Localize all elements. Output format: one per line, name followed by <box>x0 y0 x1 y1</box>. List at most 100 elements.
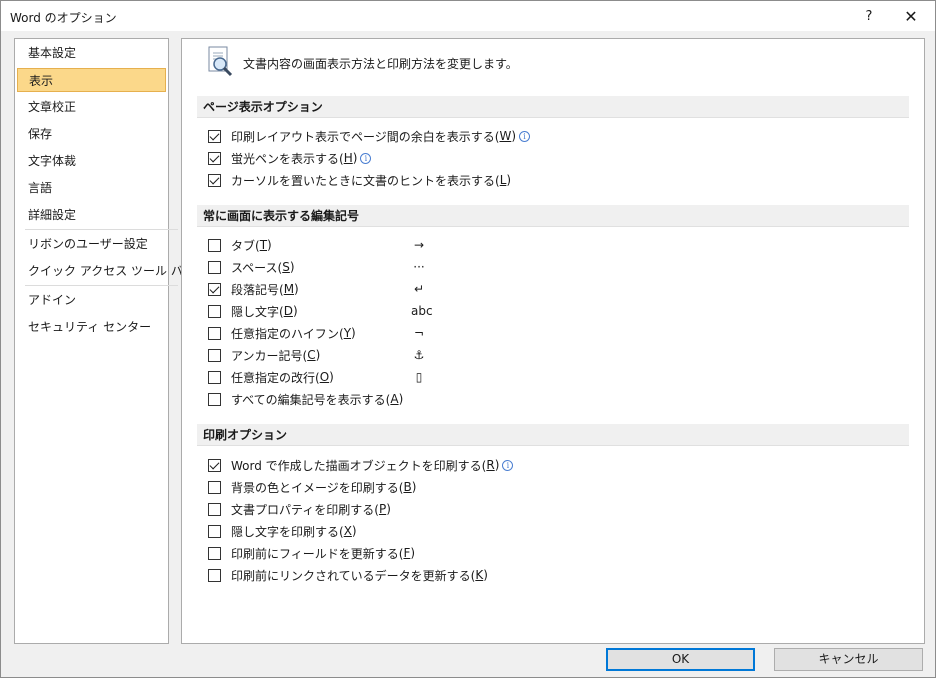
option-label-end: ) <box>410 546 416 560</box>
sidebar-divider <box>25 229 178 230</box>
info-icon[interactable]: i <box>360 152 372 164</box>
sidebar-item-quick-access-toolbar[interactable]: クイック アクセス ツール バー <box>17 259 195 283</box>
dialog-title: Word のオプション <box>10 11 117 25</box>
sidebar-item-customize-ribbon[interactable]: リボンのユーザー設定 <box>17 232 166 256</box>
option-label: 任意指定の改行( <box>231 370 320 385</box>
option-checkbox[interactable] <box>208 348 221 362</box>
title-bar: Word のオプション ? ✕ <box>1 1 935 31</box>
option-row[interactable]: 隠し文字(D) <box>208 302 298 320</box>
option-checkbox[interactable] <box>208 260 221 274</box>
option-row[interactable]: 印刷前にフィールドを更新する(F) <box>208 544 415 562</box>
cancel-button[interactable]: キャンセル <box>774 648 923 671</box>
option-checkbox[interactable] <box>208 370 221 384</box>
close-button[interactable]: ✕ <box>891 1 931 31</box>
option-access-key: Y <box>343 326 352 340</box>
option-checkbox[interactable] <box>208 238 221 252</box>
option-access-key: S <box>282 260 290 274</box>
option-row[interactable]: カーソルを置いたときに文書のヒントを表示する(L) <box>208 171 511 189</box>
section-formatting-marks: 常に画面に表示する編集記号 <box>197 205 909 227</box>
option-access-key: L <box>499 173 507 187</box>
option-label: カーソルを置いたときに文書のヒントを表示する( <box>231 173 500 188</box>
option-label-end: ) <box>329 370 334 384</box>
option-label: スペース( <box>231 260 283 275</box>
option-checkbox[interactable] <box>208 304 221 318</box>
sidebar-item-proofing[interactable]: 文章校正 <box>17 95 166 119</box>
option-access-key: F <box>403 546 411 560</box>
sidebar-item-typography[interactable]: 文字体裁 <box>17 149 166 173</box>
option-row[interactable]: アンカー記号(C) <box>208 346 320 364</box>
sidebar-item-advanced[interactable]: 詳細設定 <box>17 203 166 227</box>
option-row[interactable]: Word で作成した描画オブジェクトを印刷する(R) i <box>208 456 514 474</box>
option-checkbox[interactable] <box>208 392 221 406</box>
option-label-end: ) <box>398 392 404 406</box>
option-row[interactable]: 背景の色とイメージを印刷する(B) <box>208 478 416 496</box>
option-access-key: X <box>343 524 352 538</box>
sidebar-item-general[interactable]: 基本設定 <box>17 41 166 65</box>
option-checkbox[interactable] <box>208 326 221 340</box>
help-button[interactable]: ? <box>849 1 889 31</box>
option-label: Word で作成した描画オブジェクトを印刷する( <box>231 458 487 473</box>
option-checkbox[interactable] <box>208 502 221 516</box>
option-row[interactable]: 段落記号(M) <box>208 280 299 298</box>
option-access-key: W <box>499 129 512 143</box>
option-label-end: ) <box>289 260 295 274</box>
option-row[interactable]: 任意指定の改行(O) <box>208 368 334 386</box>
option-access-key: B <box>403 480 412 494</box>
option-row[interactable]: 隠し文字を印刷する(X) <box>208 522 357 540</box>
option-label-end: ) <box>506 173 512 187</box>
option-label: 印刷前にフィールドを更新する( <box>231 546 404 561</box>
option-label: タブ( <box>231 238 260 253</box>
option-access-key: M <box>283 282 295 296</box>
option-access-key: D <box>283 304 293 318</box>
formatting-mark-symbol: ⚓ <box>413 348 425 362</box>
option-access-key: C <box>307 348 316 362</box>
option-checkbox[interactable] <box>208 282 221 296</box>
document-magnifier-icon <box>208 46 233 77</box>
sidebar-divider <box>25 285 178 286</box>
option-label-end: ) <box>294 282 299 296</box>
option-checkbox[interactable] <box>208 151 221 165</box>
option-checkbox[interactable] <box>208 524 221 538</box>
option-row[interactable]: 文書プロパティを印刷する(P) <box>208 500 391 518</box>
intro-text: 文書内容の画面表示方法と印刷方法を変更します。 <box>243 57 518 71</box>
option-checkbox[interactable] <box>208 458 221 472</box>
option-label-end: ) <box>351 326 356 340</box>
option-access-key: P <box>378 502 387 516</box>
option-label-end: ) <box>292 304 298 318</box>
formatting-mark-symbol: abc <box>411 304 433 318</box>
option-row[interactable]: すべての編集記号を表示する(A) <box>208 390 403 408</box>
option-label: 隠し文字を印刷する( <box>231 524 344 539</box>
option-checkbox[interactable] <box>208 568 221 582</box>
formatting-mark-symbol: ↵ <box>413 282 425 296</box>
option-label-end: ) <box>483 568 488 582</box>
option-checkbox[interactable] <box>208 546 221 560</box>
sidebar-item-trust-center[interactable]: セキュリティ センター <box>17 315 166 339</box>
option-row[interactable]: 蛍光ペンを表示する(H) i <box>208 149 372 167</box>
sidebar-item-language[interactable]: 言語 <box>17 176 166 200</box>
option-access-key: O <box>319 370 330 384</box>
option-access-key: T <box>259 238 268 252</box>
option-checkbox[interactable] <box>208 480 221 494</box>
option-row[interactable]: 印刷前にリンクされているデータを更新する(K) <box>208 566 488 584</box>
option-row[interactable]: 印刷レイアウト表示でページ間の余白を表示する(W) i <box>208 127 531 145</box>
info-icon[interactable]: i <box>519 130 531 142</box>
sidebar-item-display[interactable]: 表示 <box>17 68 166 92</box>
info-icon[interactable]: i <box>502 459 514 471</box>
option-label: 任意指定のハイフン( <box>231 326 344 341</box>
option-checkbox[interactable] <box>208 129 221 143</box>
sidebar-item-addins[interactable]: アドイン <box>17 288 166 312</box>
option-checkbox[interactable] <box>208 173 221 187</box>
option-label-end: ) <box>315 348 321 362</box>
option-label: アンカー記号( <box>231 348 308 363</box>
option-row[interactable]: 任意指定のハイフン(Y) <box>208 324 356 342</box>
section-page-display: ページ表示オプション <box>197 96 909 118</box>
sidebar-item-save[interactable]: 保存 <box>17 122 166 146</box>
formatting-mark-symbol: ··· <box>413 260 425 274</box>
ok-button[interactable]: OK <box>606 648 755 671</box>
option-row[interactable]: スペース(S) <box>208 258 295 276</box>
option-label-end: ) <box>267 238 272 252</box>
option-label: 隠し文字( <box>231 304 284 319</box>
section-print-options: 印刷オプション <box>197 424 909 446</box>
option-row[interactable]: タブ(T) <box>208 236 272 254</box>
option-access-key: R <box>486 458 495 472</box>
